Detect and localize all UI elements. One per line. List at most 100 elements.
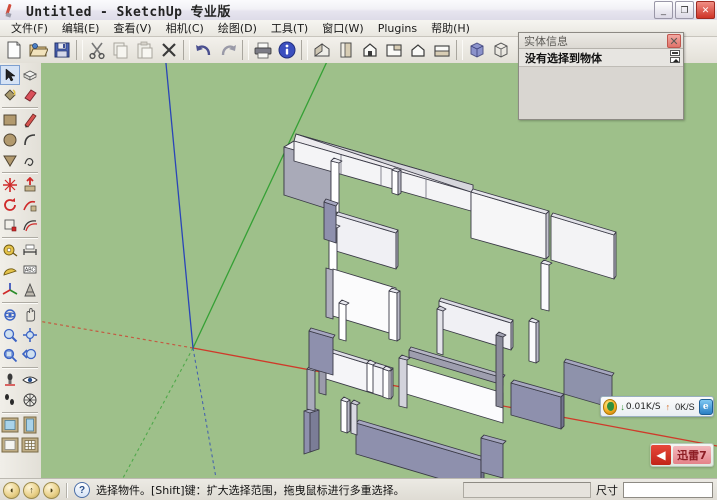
save-button[interactable]	[50, 38, 74, 62]
zoom-extents-tool[interactable]	[20, 325, 40, 345]
previous-view-tool[interactable]	[20, 345, 40, 365]
pillar-rear-1	[392, 170, 398, 195]
status-prev-icon[interactable]: ◖	[3, 482, 20, 499]
close-button[interactable]: ✕	[696, 1, 715, 19]
zoom-tool[interactable]	[0, 325, 20, 345]
window-component-4[interactable]	[20, 435, 40, 455]
walk-tool[interactable]	[0, 390, 20, 410]
xray-cube-icon	[467, 40, 487, 60]
redo-button[interactable]	[216, 38, 240, 62]
eraser-tool[interactable]	[20, 85, 40, 105]
measurement-input[interactable]	[623, 482, 713, 498]
magnifier-zoom-icon	[2, 327, 18, 343]
paste-button[interactable]	[133, 38, 157, 62]
right-view-button[interactable]	[382, 38, 406, 62]
window-component-1[interactable]	[0, 415, 20, 435]
arc-tool[interactable]	[20, 130, 40, 150]
menu-plugins[interactable]: Plugins	[371, 21, 424, 36]
make-component-tool[interactable]	[20, 65, 40, 85]
pushpull-tool[interactable]	[20, 175, 40, 195]
top-view-button[interactable]	[334, 38, 358, 62]
question-mark-icon[interactable]: ?	[74, 482, 90, 498]
move-tool[interactable]	[0, 175, 20, 195]
erase-button[interactable]	[157, 38, 181, 62]
axes-tool[interactable]	[0, 280, 20, 300]
info-circle-icon	[277, 40, 297, 60]
position-camera-icon	[2, 372, 18, 388]
entity-info-close-button[interactable]: ✕	[667, 34, 681, 48]
right-view-icon	[384, 40, 404, 60]
status-next-icon[interactable]: ◗	[43, 482, 60, 499]
offset-tool[interactable]	[20, 215, 40, 235]
window-component-2[interactable]	[20, 415, 40, 435]
select-tool[interactable]	[0, 65, 20, 85]
look-around-tool[interactable]	[20, 370, 40, 390]
status-up-icon[interactable]: ↑	[23, 482, 40, 499]
menu-camera[interactable]: 相机(C)	[159, 19, 211, 37]
window-component-3[interactable]	[0, 435, 20, 455]
new-button[interactable]	[2, 38, 26, 62]
menu-help[interactable]: 帮助(H)	[424, 19, 477, 37]
followme-tool[interactable]	[20, 195, 40, 215]
entity-info-panel[interactable]: 实体信息 ✕ 没有选择到物体	[518, 32, 684, 120]
cut-button[interactable]	[85, 38, 109, 62]
menu-view[interactable]: 查看(V)	[106, 19, 158, 37]
front-view-button[interactable]	[358, 38, 382, 62]
polygon-tool[interactable]	[0, 150, 20, 170]
rectangle-tool[interactable]	[0, 110, 20, 130]
arrow-cursor-icon	[2, 67, 18, 83]
zoom-window-tool[interactable]	[0, 345, 20, 365]
download-speed: 0.01K/S	[626, 402, 661, 412]
style-wireframe-button[interactable]	[489, 38, 513, 62]
copy-button[interactable]	[109, 38, 133, 62]
pan-tool[interactable]	[20, 305, 40, 325]
entity-info-expand-controls[interactable]	[668, 50, 681, 64]
section-plane-tool[interactable]	[20, 390, 40, 410]
entity-info-title: 实体信息	[524, 33, 568, 49]
back-view-button[interactable]	[406, 38, 430, 62]
entity-info-message-row: 没有选择到物体	[519, 49, 683, 67]
print-button[interactable]	[251, 38, 275, 62]
3d-text-tool[interactable]	[20, 280, 40, 300]
network-speed-widget[interactable]: ↓ 0.01K/S ↑ 0K/S e	[600, 396, 714, 417]
protractor-icon	[2, 262, 18, 278]
circle-tool[interactable]	[0, 130, 20, 150]
rotate-tool[interactable]	[0, 195, 20, 215]
iso-house-icon	[312, 40, 332, 60]
menu-file[interactable]: 文件(F)	[4, 19, 55, 37]
wall-back-left-blue	[324, 202, 336, 243]
thunder-download-widget[interactable]: ◀ 迅雷7	[650, 443, 714, 467]
model-info-button[interactable]	[275, 38, 299, 62]
left-view-button[interactable]	[430, 38, 454, 62]
menu-draw[interactable]: 绘图(D)	[211, 19, 264, 37]
undo-button[interactable]	[192, 38, 216, 62]
text-tool[interactable]: ABC	[20, 260, 40, 280]
menu-edit[interactable]: 编辑(E)	[55, 19, 107, 37]
position-camera-tool[interactable]	[0, 370, 20, 390]
open-button[interactable]	[26, 38, 50, 62]
paint-bucket-tool[interactable]	[0, 85, 20, 105]
scale-tool[interactable]	[0, 215, 20, 235]
copy-icon	[111, 40, 131, 60]
pillar-front-left-1	[341, 400, 347, 433]
redo-arrow-icon	[218, 40, 238, 60]
freehand-tool[interactable]	[20, 150, 40, 170]
style-xray-button[interactable]	[465, 38, 489, 62]
menu-tools[interactable]: 工具(T)	[264, 19, 315, 37]
maximize-button[interactable]: ❐	[675, 1, 694, 19]
pushpull-icon	[22, 177, 38, 193]
delete-x-icon	[159, 40, 179, 60]
download-arrow-icon: ↓	[620, 402, 625, 412]
floppy-save-icon	[52, 40, 72, 60]
line-tool[interactable]	[20, 110, 40, 130]
protractor-tool[interactable]	[0, 260, 20, 280]
ie-browser-icon[interactable]: e	[699, 399, 713, 415]
iso-view-button[interactable]	[310, 38, 334, 62]
tape-measure-tool[interactable]	[0, 240, 20, 260]
menu-window[interactable]: 窗口(W)	[315, 19, 370, 37]
orbit-tool[interactable]	[0, 305, 20, 325]
close-icon: ✕	[669, 36, 678, 47]
left-view-icon	[432, 40, 452, 60]
minimize-button[interactable]: _	[654, 1, 673, 19]
dimension-tool[interactable]	[20, 240, 40, 260]
